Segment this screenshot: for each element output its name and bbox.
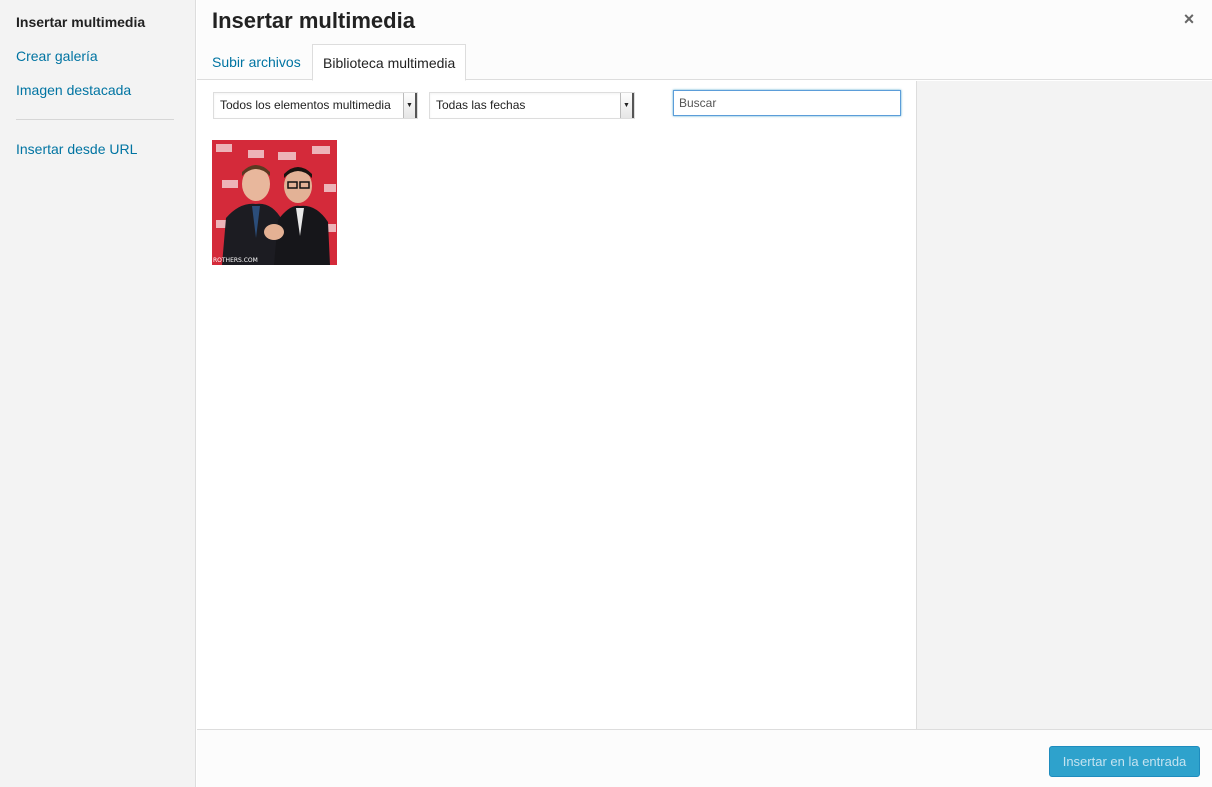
- tab-media-library[interactable]: Biblioteca multimedia: [312, 44, 467, 81]
- media-type-filter-value: Todos los elementos multimedia: [220, 98, 391, 112]
- sidebar-item-create-gallery[interactable]: Crear galería: [16, 48, 98, 64]
- media-library-content: Todos los elementos multimedia ▼ Todas l…: [197, 81, 917, 729]
- sidebar-item-insert-media[interactable]: Insertar multimedia: [16, 14, 145, 30]
- media-sidebar: Insertar multimedia Crear galería Imagen…: [0, 0, 196, 787]
- thumbnail-watermark: ROTHERS.COM: [213, 257, 258, 264]
- sidebar-divider: [16, 119, 174, 120]
- photo-thumbnail-image: [212, 140, 337, 265]
- media-item-thumbnail[interactable]: ROTHERS.COM: [212, 140, 337, 265]
- close-icon[interactable]: ×: [1178, 8, 1200, 30]
- date-filter-value: Todas las fechas: [436, 98, 526, 112]
- page-title: Insertar multimedia: [212, 8, 415, 33]
- attachment-details-pane: [917, 81, 1212, 729]
- chevron-down-icon: ▼: [620, 93, 634, 118]
- sidebar-item-featured-image[interactable]: Imagen destacada: [16, 82, 131, 98]
- insert-into-post-button[interactable]: Insertar en la entrada: [1049, 746, 1200, 777]
- date-filter[interactable]: Todas las fechas ▼: [429, 92, 635, 119]
- modal-header: Insertar multimedia × Subir archivos Bib…: [197, 0, 1212, 81]
- modal-footer: Insertar en la entrada: [197, 729, 1212, 787]
- tab-upload-files[interactable]: Subir archivos: [202, 44, 311, 80]
- sidebar-item-insert-from-url[interactable]: Insertar desde URL: [16, 141, 137, 157]
- chevron-down-icon: ▼: [403, 93, 417, 118]
- media-type-filter[interactable]: Todos los elementos multimedia ▼: [213, 92, 418, 119]
- search-input[interactable]: [673, 90, 901, 116]
